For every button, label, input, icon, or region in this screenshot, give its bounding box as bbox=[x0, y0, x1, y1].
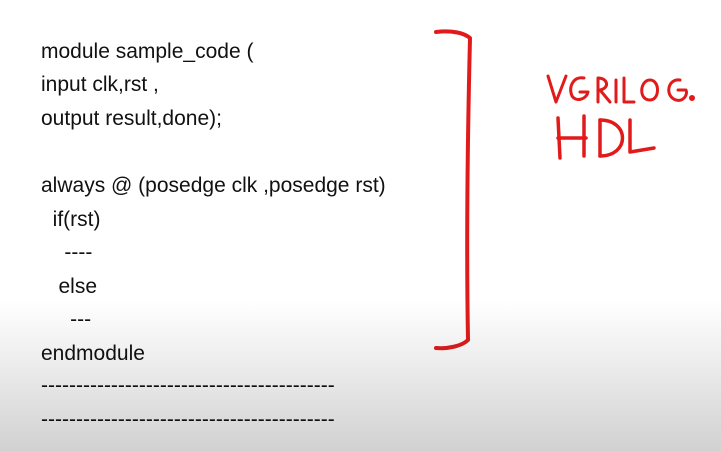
right-bracket-drawing bbox=[434, 29, 472, 351]
lecture-slide: module sample_code ( input clk,rst , out… bbox=[0, 0, 721, 451]
handwritten-hdl-text bbox=[556, 114, 656, 160]
handwritten-annotations bbox=[434, 29, 695, 351]
handwritten-verilog-text bbox=[546, 74, 695, 104]
